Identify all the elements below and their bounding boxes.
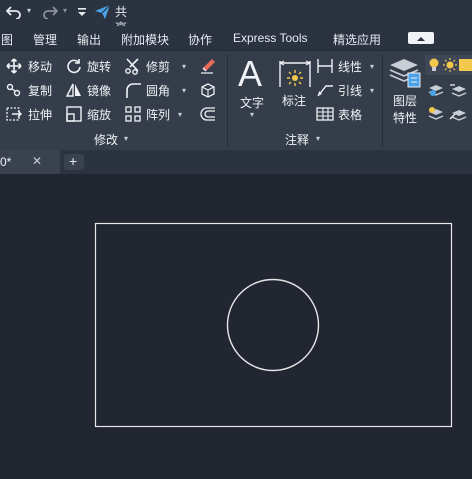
plus-icon: + (69, 153, 78, 169)
leader-label: 引线 (338, 84, 363, 98)
dimension-button[interactable]: 标注 (278, 57, 312, 123)
copy-label: 复制 (28, 84, 53, 98)
modify-panel: 移动 旋转 修剪 ▾ 复制 镜像 圆角 ▾ 拉伸 缩放 阵列 ▾ 修改 ▾ (0, 51, 226, 151)
undo-icon[interactable] (5, 5, 22, 24)
rotate-icon (66, 58, 82, 79)
layers-panel: 图层 特性 (383, 51, 472, 151)
leader-dropdown-icon[interactable]: ▾ (370, 86, 374, 95)
modify-expand-icon: ▾ (124, 134, 129, 143)
tab-output[interactable]: 输出 (77, 31, 101, 48)
layer-properties-label-1: 图层 (393, 94, 418, 108)
drawing-svg (94, 222, 453, 428)
mirror-icon (65, 82, 82, 103)
drawn-circle[interactable] (226, 278, 320, 372)
linear-dropdown-icon[interactable]: ▾ (370, 62, 374, 71)
ribbon-panel: 移动 旋转 修剪 ▾ 复制 镜像 圆角 ▾ 拉伸 缩放 阵列 ▾ 修改 ▾ A … (0, 50, 472, 151)
rotate-label: 旋转 (87, 60, 112, 74)
scale-icon (66, 106, 82, 127)
new-tab-button[interactable]: + (64, 153, 84, 170)
erase-icon[interactable] (199, 56, 217, 79)
tab-addins[interactable]: 附加模块 (121, 31, 169, 48)
stretch-label: 拉伸 (28, 108, 53, 122)
ribbon-minimize-button[interactable] (408, 32, 434, 44)
move-label: 移动 (28, 60, 53, 74)
array-label: 阵列 (146, 108, 171, 122)
undo-dropdown-icon[interactable]: ▾ (27, 6, 31, 15)
table-label: 表格 (338, 108, 363, 122)
annotation-panel-title[interactable]: 注释 ▾ (228, 129, 382, 149)
layer-control-dropdown[interactable] (425, 55, 472, 75)
text-button[interactable]: A 文字 ▾ (236, 53, 270, 123)
tab-drawing[interactable]: 图 (1, 31, 13, 48)
close-icon[interactable]: ✕ (32, 154, 42, 168)
linear-dimension-icon (316, 58, 334, 79)
fillet-button[interactable]: 圆角 ▾ (124, 81, 190, 99)
layer-color-icon (459, 58, 472, 77)
modify-title-label: 修改 (94, 133, 119, 147)
annotation-expand-icon: ▾ (316, 134, 321, 143)
rotate-button[interactable]: 旋转 (66, 57, 118, 75)
document-tab-label: 0* (0, 155, 12, 169)
explode-icon[interactable] (199, 81, 217, 104)
table-button[interactable]: 表格 (316, 105, 378, 123)
array-dropdown-icon[interactable]: ▾ (178, 110, 182, 119)
text-dropdown-icon: ▾ (250, 110, 255, 119)
trim-label: 修剪 (146, 60, 171, 74)
layer-freeze-icon[interactable] (449, 106, 467, 127)
dimension-icon (278, 57, 312, 96)
stretch-button[interactable]: 拉伸 (6, 105, 58, 123)
drawing-canvas[interactable] (0, 174, 472, 474)
layer-properties-icon (388, 55, 422, 96)
mirror-button[interactable]: 镜像 (65, 81, 118, 99)
customize-qa-icon[interactable] (76, 5, 88, 23)
dimension-label: 标注 (282, 94, 307, 108)
layer-isolate-icon[interactable] (428, 82, 444, 103)
layer-properties-label-2: 特性 (393, 111, 418, 125)
ribbon-tab-bar: 图 管理 输出 附加模块 协作 Express Tools 精选应用 (0, 26, 472, 50)
document-tab-bar: 0* ✕ + (0, 150, 472, 174)
layer-properties-button[interactable]: 图层 特性 (386, 55, 424, 127)
layer-thaw-icon (443, 57, 457, 78)
tab-manage[interactable]: 管理 (33, 31, 57, 48)
trim-button[interactable]: 修剪 ▾ (124, 57, 190, 75)
linear-label: 线性 (338, 60, 363, 74)
annotation-panel: A 文字 ▾ 标注 线性 ▾ 引线 ▾ 表格 注释 ▾ (228, 51, 382, 151)
fillet-label: 圆角 (146, 84, 171, 98)
redo-dropdown-icon[interactable]: ▾ (63, 6, 67, 15)
leader-button[interactable]: 引线 ▾ (316, 81, 378, 99)
tab-express-tools[interactable]: Express Tools (233, 31, 307, 45)
drawn-rectangle[interactable] (94, 222, 453, 428)
array-button[interactable]: 阵列 ▾ (124, 105, 190, 123)
fillet-icon (124, 81, 142, 104)
document-tab[interactable]: 0* ✕ (0, 150, 60, 174)
move-icon (6, 58, 22, 79)
trim-dropdown-icon[interactable]: ▾ (182, 62, 186, 71)
layer-match-icon[interactable] (449, 82, 467, 103)
linear-button[interactable]: 线性 ▾ (316, 57, 378, 75)
mirror-label: 镜像 (87, 84, 112, 98)
copy-button[interactable]: 复制 (6, 81, 58, 99)
trim-icon (124, 57, 142, 80)
layer-on-icon (427, 57, 441, 78)
text-icon: A (238, 53, 263, 94)
copy-icon (6, 82, 22, 103)
tab-collaborate[interactable]: 协作 (188, 31, 212, 48)
leader-icon (316, 82, 334, 103)
tab-featured-apps[interactable]: 精选应用 (333, 31, 381, 48)
text-label: 文字 (240, 96, 265, 110)
redo-icon[interactable] (42, 5, 59, 24)
quick-access-toolbar: ▾ ▾ 共享 (0, 0, 472, 35)
annotation-title-label: 注释 (285, 133, 310, 147)
table-icon (316, 106, 334, 127)
array-icon (125, 106, 141, 127)
move-button[interactable]: 移动 (6, 57, 58, 75)
modify-panel-title[interactable]: 修改 ▾ (0, 129, 226, 149)
layer-off-icon[interactable] (428, 106, 444, 127)
fillet-dropdown-icon[interactable]: ▾ (182, 86, 186, 95)
share-icon (94, 4, 111, 25)
stretch-icon (6, 106, 22, 127)
scale-label: 缩放 (87, 108, 112, 122)
offset-icon[interactable] (199, 106, 217, 127)
scale-button[interactable]: 缩放 (66, 105, 118, 123)
